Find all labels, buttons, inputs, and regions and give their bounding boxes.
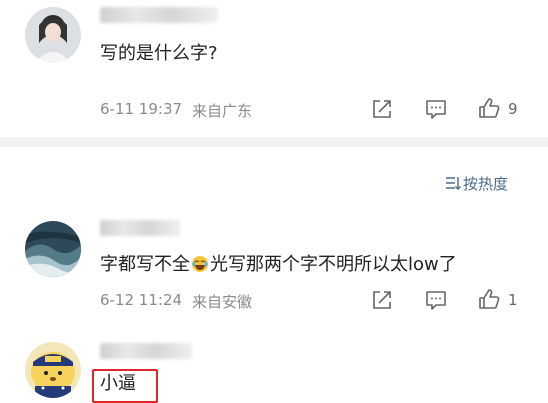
- sort-icon: [445, 175, 461, 195]
- comment-date: 6-12 11:24: [100, 291, 183, 309]
- avatar[interactable]: [25, 7, 81, 63]
- section-divider: [0, 137, 548, 147]
- like-icon[interactable]: [478, 97, 500, 123]
- comment-text-part2: 光写那两个字不明所以太low了: [210, 254, 457, 275]
- username-blurred[interactable]: [100, 7, 218, 23]
- comment-3: 小逼: [0, 335, 548, 403]
- sort-label: 按热度: [463, 175, 509, 193]
- comment-icon[interactable]: [425, 289, 447, 315]
- like-icon[interactable]: [478, 288, 500, 314]
- username-blurred[interactable]: [100, 343, 192, 359]
- laughing-emoji-icon: [191, 255, 209, 273]
- avatar[interactable]: [25, 221, 81, 277]
- comment-text-part1: 字都写不全: [100, 254, 190, 275]
- avatar-image: [25, 221, 81, 277]
- comment-text: 写的是什么字?: [100, 43, 218, 64]
- comment-text: 小逼: [100, 373, 136, 394]
- comment-1: 写的是什么字? 6-11 19:37 来自广东 9: [0, 0, 548, 130]
- like-count: 9: [508, 100, 518, 118]
- avatar[interactable]: [25, 342, 81, 398]
- comment-icon[interactable]: [425, 98, 447, 124]
- comment-2: 字都写不全 光写那两个字不明所以太low了 6-12 11:24 来自安徽 1: [0, 215, 548, 320]
- comment-location: 来自广东: [192, 102, 253, 120]
- avatar-image: [25, 342, 81, 398]
- avatar-image: [25, 7, 81, 63]
- like-count: 1: [508, 291, 518, 309]
- share-icon[interactable]: [371, 98, 393, 124]
- comment-date: 6-11 19:37: [100, 100, 183, 118]
- username-blurred[interactable]: [100, 220, 180, 236]
- comment-location: 来自安徽: [192, 293, 253, 311]
- comment-text: 字都写不全 光写那两个字不明所以太low了: [100, 253, 457, 277]
- share-icon[interactable]: [371, 289, 393, 315]
